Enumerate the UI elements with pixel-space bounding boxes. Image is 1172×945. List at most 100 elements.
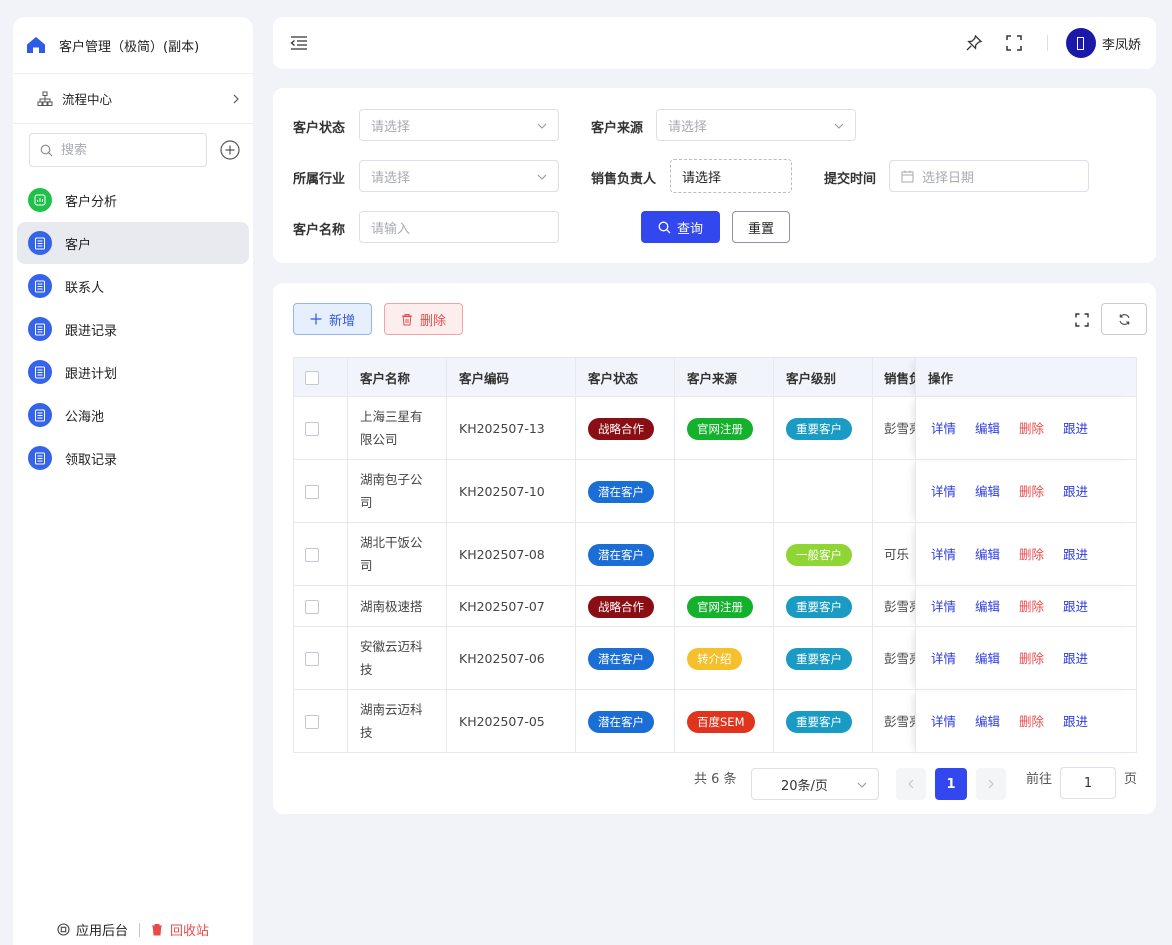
level-tag: 重要客户 (786, 710, 852, 733)
status-cell: 战略合作 (575, 396, 675, 460)
row-actions: 详情 编辑 删除 跟进 (931, 595, 1136, 618)
edit-link[interactable]: 编辑 (975, 595, 1000, 618)
detail-link[interactable]: 详情 (931, 710, 956, 733)
row-checkbox[interactable] (305, 422, 319, 436)
follow-link[interactable]: 跟进 (1063, 595, 1088, 618)
detail-link[interactable]: 详情 (931, 647, 956, 670)
source-cell: 百度SEM (674, 689, 774, 753)
row-actions: 详情 编辑 删除 跟进 (931, 480, 1136, 503)
source-select[interactable]: 请选择 (656, 109, 856, 141)
row-checkbox[interactable] (305, 485, 319, 499)
goto-page-input[interactable]: 1 (1060, 767, 1116, 799)
edit-link[interactable]: 编辑 (975, 480, 1000, 503)
reset-button[interactable]: 重置 (732, 211, 790, 243)
collapse-menu-icon[interactable] (290, 35, 308, 51)
ops-cell: 详情 编辑 删除 跟进 (915, 396, 1137, 460)
add-button-label: 新增 (328, 313, 355, 329)
flow-center-label: 流程中心 (62, 92, 113, 107)
delete-link[interactable]: 删除 (1019, 647, 1044, 670)
col-header-status[interactable]: 客户状态 (575, 357, 675, 397)
row-checkbox[interactable] (305, 715, 319, 729)
col-header-level[interactable]: 客户级别 (773, 357, 873, 397)
row-checkbox[interactable] (305, 548, 319, 562)
home-icon[interactable] (26, 35, 46, 55)
row-checkbox[interactable] (305, 600, 319, 614)
table-panel: 新增 删除 客户名称 客户编码 客户状态 客户来源 客户级别 销售负责人 操作 … (273, 283, 1156, 814)
footer-divider (139, 922, 140, 937)
source-tag: 转介绍 (687, 647, 742, 670)
detail-link[interactable]: 详情 (931, 595, 956, 618)
detail-link[interactable]: 详情 (931, 543, 956, 566)
query-button[interactable]: 查询 (641, 211, 720, 243)
search-input[interactable] (61, 142, 191, 158)
avatar[interactable] (1065, 28, 1096, 58)
page-1-button[interactable]: 1 (935, 768, 967, 800)
source-cell: 官网注册 (674, 585, 774, 627)
pager-total: 共 6 条 (694, 772, 737, 787)
customer-name-cell: 湖北干饭公司 (347, 522, 447, 586)
sidebar-item-2[interactable]: 联系人 (17, 265, 249, 307)
prev-page-button[interactable] (896, 768, 926, 800)
top-header: 李凤娇 (273, 17, 1156, 69)
detail-link[interactable]: 详情 (931, 417, 956, 440)
col-header-code[interactable]: 客户编码 (446, 357, 576, 397)
select-all-checkbox[interactable] (305, 370, 319, 385)
refresh-button[interactable] (1101, 303, 1147, 335)
chip-icon (57, 923, 70, 936)
recycle-link[interactable]: 回收站 (151, 920, 209, 939)
avatar-glyph-icon (1077, 36, 1085, 50)
ops-cell: 详情 编辑 删除 跟进 (915, 585, 1137, 627)
name-input[interactable]: 请输入 (359, 211, 559, 243)
delete-link[interactable]: 删除 (1019, 710, 1044, 733)
edit-link[interactable]: 编辑 (975, 647, 1000, 670)
delete-link[interactable]: 删除 (1019, 480, 1044, 503)
industry-select[interactable]: 请选择 (359, 160, 559, 192)
fullscreen-icon[interactable] (1005, 34, 1023, 52)
follow-link[interactable]: 跟进 (1063, 710, 1088, 733)
delete-button[interactable]: 删除 (384, 303, 463, 335)
delete-link[interactable]: 删除 (1019, 417, 1044, 440)
sales-picker[interactable]: 请选择 (670, 159, 792, 193)
app-header: 客户管理（极简）(副本) (13, 17, 253, 74)
delete-link[interactable]: 删除 (1019, 543, 1044, 566)
customer-name-cell: 上海三星有限公司 (347, 396, 447, 460)
detail-link[interactable]: 详情 (931, 480, 956, 503)
level-tag: 重要客户 (786, 647, 852, 670)
customer-name-cell: 安徽云迈科技 (347, 626, 447, 690)
edit-link[interactable]: 编辑 (975, 543, 1000, 566)
page-size-select[interactable]: 20条/页 (751, 768, 879, 800)
row-checkbox-cell (293, 585, 348, 627)
next-page-button[interactable] (976, 768, 1006, 800)
sidebar-item-0[interactable]: 客户分析 (17, 179, 249, 221)
user-name[interactable]: 李凤娇 (1102, 34, 1141, 53)
follow-link[interactable]: 跟进 (1063, 480, 1088, 503)
col-header-name[interactable]: 客户名称 (347, 357, 447, 397)
customer-name: 湖南包子公司 (360, 472, 423, 510)
edit-link[interactable]: 编辑 (975, 710, 1000, 733)
row-checkbox[interactable] (305, 652, 319, 666)
sidebar-item-label: 客户 (65, 237, 92, 253)
edit-link[interactable]: 编辑 (975, 417, 1000, 440)
sidebar-item-6[interactable]: 领取记录 (17, 437, 249, 479)
sidebar-item-5[interactable]: 公海池 (17, 394, 249, 436)
status-cell: 潜在客户 (575, 459, 675, 523)
table-fullscreen-icon[interactable] (1075, 313, 1089, 327)
chevron-left-icon (908, 779, 914, 789)
date-picker[interactable]: 选择日期 (889, 160, 1089, 192)
add-circle-icon[interactable] (220, 140, 240, 160)
col-header-source[interactable]: 客户来源 (674, 357, 774, 397)
follow-link[interactable]: 跟进 (1063, 647, 1088, 670)
add-button[interactable]: 新增 (293, 303, 372, 335)
follow-link[interactable]: 跟进 (1063, 417, 1088, 440)
flow-center[interactable]: 流程中心 (13, 74, 253, 124)
col-header-sales[interactable]: 销售负责人 (872, 357, 916, 397)
follow-link[interactable]: 跟进 (1063, 543, 1088, 566)
pin-icon[interactable] (965, 34, 983, 52)
sidebar-item-4[interactable]: 跟进计划 (17, 351, 249, 393)
delete-link[interactable]: 删除 (1019, 595, 1044, 618)
admin-link[interactable]: 应用后台 (57, 920, 128, 939)
sidebar-item-3[interactable]: 跟进记录 (17, 308, 249, 350)
customer-code-cell: KH202507-13 (446, 396, 576, 460)
sidebar-item-1[interactable]: 客户 (17, 222, 249, 264)
status-select[interactable]: 请选择 (359, 109, 559, 141)
